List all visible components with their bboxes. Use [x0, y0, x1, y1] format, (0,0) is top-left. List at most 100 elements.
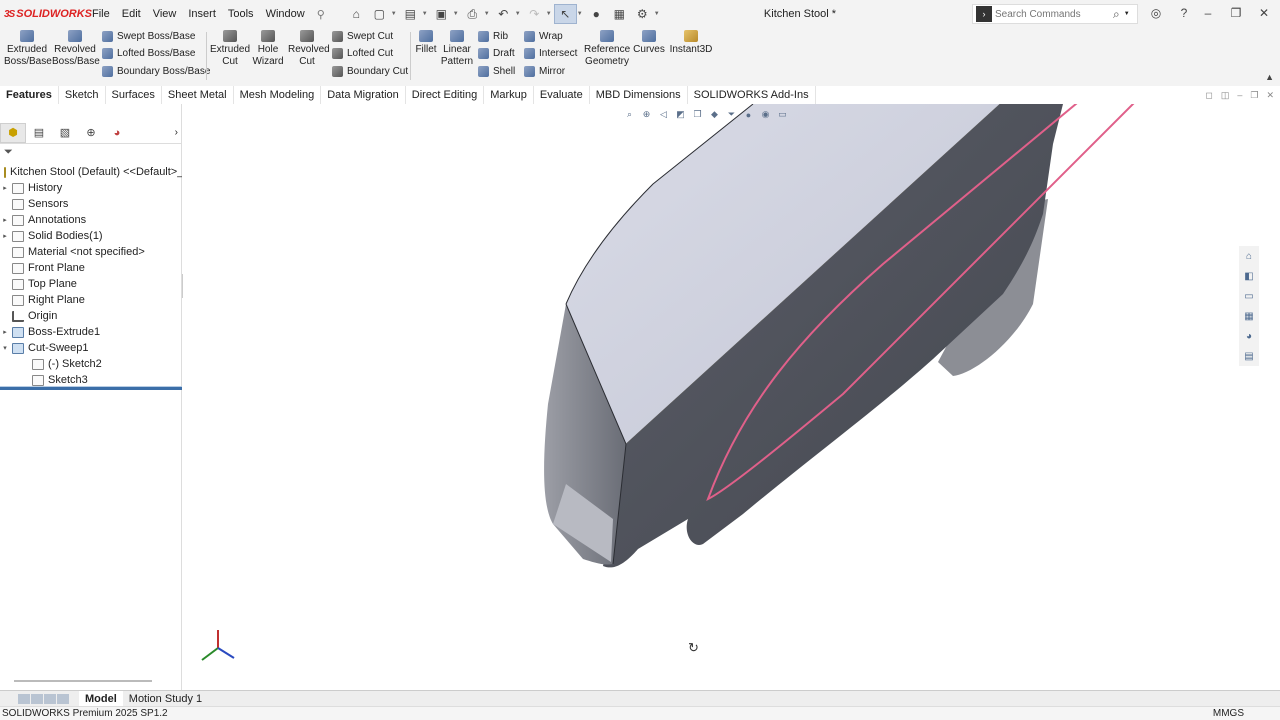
chevron-right-icon[interactable]: ›: [175, 127, 178, 138]
configuration-manager-tab-icon[interactable]: ▧: [52, 123, 78, 143]
dimxpert-tab-icon[interactable]: ⊕: [78, 123, 104, 143]
hole-wizard-button[interactable]: Hole Wizard: [250, 30, 286, 68]
tree-item-origin[interactable]: Origin: [0, 308, 182, 324]
select-icon[interactable]: ↖: [553, 4, 577, 24]
chevron-down-icon[interactable]: ▼: [577, 11, 585, 17]
swept-boss-button[interactable]: Swept Boss/Base: [102, 31, 195, 42]
display-manager-tab-icon[interactable]: ◕: [104, 123, 130, 143]
reference-geometry-button[interactable]: Reference Geometry: [584, 30, 630, 68]
chevron-down-icon[interactable]: ▼: [515, 11, 523, 17]
user-icon[interactable]: ◎: [1142, 6, 1170, 20]
collapse-ribbon-icon[interactable]: ▲: [1265, 72, 1274, 82]
folder-icon[interactable]: ▭: [1239, 288, 1259, 304]
tab-evaluate[interactable]: Evaluate: [534, 86, 590, 104]
search-input[interactable]: [995, 8, 1113, 20]
wrap-button[interactable]: Wrap: [524, 31, 563, 42]
revolved-boss-button[interactable]: Revolved Boss/Base: [52, 30, 100, 68]
last-tab-icon[interactable]: [57, 693, 69, 704]
undo-icon[interactable]: ↶: [492, 4, 515, 24]
chevron-down-icon[interactable]: ▼: [453, 11, 461, 17]
menu-view[interactable]: View: [147, 8, 183, 21]
next-tab-icon[interactable]: [44, 693, 56, 704]
rebuild-icon[interactable]: ●: [585, 4, 608, 24]
expand-icon[interactable]: ▸: [0, 216, 10, 224]
rib-button[interactable]: Rib: [478, 31, 508, 42]
tree-item-solid-bodies[interactable]: ▸ Solid Bodies(1): [0, 228, 182, 244]
view-palette-icon[interactable]: ▦: [1239, 308, 1259, 324]
curves-button[interactable]: Curves: [632, 30, 666, 56]
home-icon[interactable]: ⌂: [345, 4, 368, 24]
tree-item-annotations[interactable]: ▸ Annotations: [0, 212, 182, 228]
prev-tab-icon[interactable]: [31, 693, 43, 704]
chevron-down-icon[interactable]: ▼: [546, 11, 554, 17]
rollback-bar[interactable]: [0, 386, 182, 390]
zoom-to-fit-icon[interactable]: ⌕: [622, 108, 637, 121]
extruded-cut-button[interactable]: Extruded Cut: [208, 30, 252, 68]
close-icon[interactable]: ✕: [1250, 6, 1278, 20]
tree-item-material[interactable]: Material <not specified>: [0, 244, 182, 260]
edit-appearance-icon[interactable]: ●: [741, 108, 756, 121]
draft-button[interactable]: Draft: [478, 48, 515, 59]
menu-tools[interactable]: Tools: [222, 8, 260, 21]
tree-item-history[interactable]: ▸ History: [0, 180, 182, 196]
apply-scene-icon[interactable]: ◉: [758, 108, 773, 121]
tree-item-right-plane[interactable]: Right Plane: [0, 292, 182, 308]
open-icon[interactable]: ▤: [399, 4, 422, 24]
menu-edit[interactable]: Edit: [116, 8, 147, 21]
tile-icon[interactable]: ◻: [1205, 90, 1212, 101]
collapse-icon[interactable]: ▾: [0, 344, 10, 352]
lofted-cut-button[interactable]: Lofted Cut: [332, 48, 393, 59]
chevron-down-icon[interactable]: ▼: [654, 11, 662, 17]
tab-solidworks-addins[interactable]: SOLIDWORKS Add-Ins: [688, 86, 816, 104]
solidworks-logo[interactable]: 3S SOLIDWORKS: [0, 8, 92, 20]
fillet-button[interactable]: Fillet: [412, 30, 440, 56]
tree-item-cut-sweep1[interactable]: ▾ Cut-Sweep1: [0, 340, 182, 356]
tab-surfaces[interactable]: Surfaces: [106, 86, 162, 104]
search-commands[interactable]: › ⌕ ▼: [972, 4, 1138, 24]
chevron-down-icon[interactable]: ▼: [1124, 11, 1130, 17]
expand-icon[interactable]: ▸: [0, 328, 10, 336]
menu-file[interactable]: File: [86, 8, 116, 21]
tree-root[interactable]: Kitchen Stool (Default) <<Default>_I: [0, 164, 182, 180]
units-selector[interactable]: MMGS: [1213, 708, 1244, 719]
shell-button[interactable]: Shell: [478, 66, 515, 77]
file-properties-icon[interactable]: ▦: [608, 4, 631, 24]
first-tab-icon[interactable]: [18, 693, 30, 704]
minimize-icon[interactable]: –: [1194, 6, 1222, 20]
chevron-down-icon[interactable]: ▼: [422, 11, 430, 17]
chevron-down-icon[interactable]: ▼: [391, 11, 399, 17]
hide-show-items-icon[interactable]: ⏷: [724, 108, 739, 121]
view-orientation-icon[interactable]: ❒: [690, 108, 705, 121]
tree-item-sketch2[interactable]: (-) Sketch2: [0, 356, 182, 372]
resources-icon[interactable]: ◧: [1239, 268, 1259, 284]
redo-icon[interactable]: ↷: [523, 4, 546, 24]
print-icon[interactable]: ⎙: [461, 4, 484, 24]
mirror-button[interactable]: Mirror: [524, 66, 565, 77]
graphics-area[interactable]: ⌂ ◧ ▭ ▦ ◕ ▤: [183, 104, 1259, 690]
restore-icon[interactable]: ❐: [1250, 90, 1258, 101]
intersect-button[interactable]: Intersect: [524, 48, 577, 59]
revolved-cut-button[interactable]: Revolved Cut: [288, 30, 330, 68]
new-document-icon[interactable]: ▢: [368, 4, 391, 24]
expand-icon[interactable]: ▸: [0, 184, 10, 192]
pin-icon[interactable]: ⚲: [311, 8, 331, 21]
extruded-boss-button[interactable]: Extruded Boss/Base: [4, 30, 52, 68]
display-style-icon[interactable]: ◆: [707, 108, 722, 121]
menu-insert[interactable]: Insert: [182, 8, 222, 21]
tab-model[interactable]: Model: [79, 690, 123, 707]
appearances-icon[interactable]: ◕: [1239, 328, 1259, 344]
search-icon[interactable]: ⌕: [1113, 7, 1120, 22]
tile-icon[interactable]: ◫: [1221, 90, 1230, 101]
lofted-boss-button[interactable]: Lofted Boss/Base: [102, 48, 195, 59]
tab-markup[interactable]: Markup: [484, 86, 534, 104]
save-icon[interactable]: ▣: [430, 4, 453, 24]
options-gear-icon[interactable]: ⚙: [631, 4, 654, 24]
view-settings-icon[interactable]: ▭: [775, 108, 790, 121]
menu-window[interactable]: Window: [260, 8, 311, 21]
close-icon[interactable]: ✕: [1266, 90, 1274, 101]
linear-pattern-button[interactable]: Linear Pattern: [440, 30, 474, 68]
feature-manager-tab-icon[interactable]: ⬢: [0, 122, 26, 143]
tab-direct-editing[interactable]: Direct Editing: [406, 86, 485, 104]
chevron-down-icon[interactable]: ▼: [484, 11, 492, 17]
horizontal-scrollbar[interactable]: [14, 680, 152, 682]
